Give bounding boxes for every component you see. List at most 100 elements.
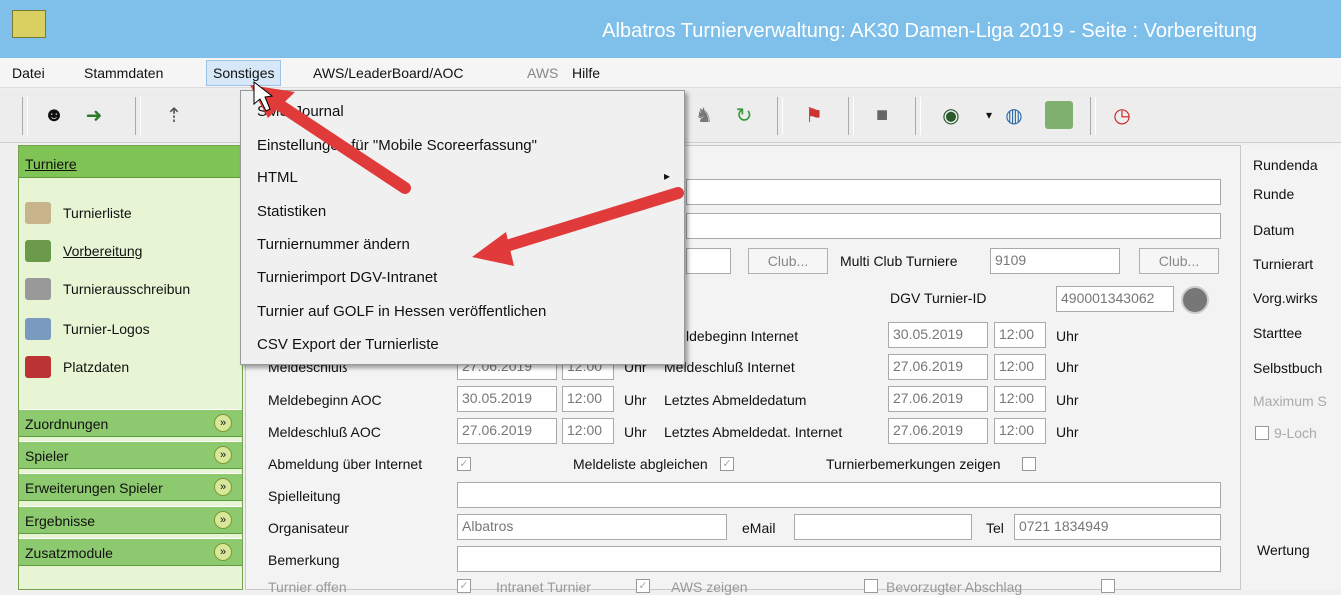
clock-icon[interactable]: ◷ (1108, 101, 1136, 129)
exit-icon[interactable]: ➜ (80, 101, 108, 129)
uhr-label: Uhr (1056, 392, 1079, 408)
search-person-icon[interactable]: ♞ (690, 101, 718, 129)
meldebeginn-internet-time[interactable]: 12:00 (994, 322, 1046, 348)
abmeldedatum-time[interactable]: 12:00 (994, 386, 1046, 412)
menu-item-statistiken[interactable]: Statistiken (257, 203, 326, 220)
multi-club-field[interactable]: 9109 (990, 248, 1120, 274)
menu-item-sms-journal[interactable]: SMS-Journal (257, 103, 344, 120)
turnierart-label: Turnierart (1253, 256, 1314, 272)
menu-item-mobile-scoreerfassung[interactable]: Einstellungen für "Mobile Scoreerfassung… (257, 137, 537, 154)
gps-icon[interactable]: ◉ (937, 101, 965, 129)
selbstbuchung-label: Selbstbuch (1253, 360, 1323, 376)
expand-icon: » (214, 511, 232, 529)
meldeschluss-internet-time[interactable]: 12:00 (994, 354, 1046, 380)
organisateur-label: Organisateur (268, 520, 349, 536)
menu-item-html[interactable]: HTML (257, 169, 298, 186)
meldeschluss-internet-date[interactable]: 27.06.2019 (888, 354, 988, 380)
turnier-offen-checkbox[interactable]: ✓ (457, 579, 471, 593)
abmeldung-internet-checkbox[interactable]: ✓ (457, 457, 471, 471)
name-field[interactable] (686, 179, 1221, 205)
chevron-down-icon[interactable]: ▾ (975, 101, 1003, 129)
right-panel: Rundenda Runde Datum Turnierart Vorg.wir… (1240, 145, 1341, 590)
toolbar-separator (135, 97, 141, 135)
meldebeginn-aoc-date[interactable]: 30.05.2019 (457, 386, 557, 412)
sonstiges-dropdown-menu: SMS-Journal Einstellungen für "Mobile Sc… (240, 90, 685, 365)
email-field[interactable] (794, 514, 972, 540)
menu-item-turniernummer-aendern[interactable]: Turniernummer ändern (257, 236, 410, 253)
organisateur-field[interactable]: Albatros (457, 514, 727, 540)
meldebeginn-internet-label: ldebeginn Internet (686, 328, 799, 344)
vorg-wirksam-label: Vorg.wirks (1253, 290, 1318, 306)
menu-bar: Datei Stammdaten Sonstiges AWS/LeaderBoa… (0, 58, 1341, 88)
car-icon[interactable]: ■ (868, 101, 896, 129)
menu-item-turnierimport-dgv[interactable]: Turnierimport DGV-Intranet (257, 269, 437, 286)
bevorzugter-abschlag-label: Bevorzugter Abschlag (886, 579, 1023, 595)
app-icon[interactable] (12, 10, 46, 38)
toolbar-separator (915, 97, 921, 135)
uhr-label: Uhr (1056, 424, 1079, 440)
turnier-offen-label: Turnier offen (268, 579, 347, 595)
sidebar-group-ergebnisse[interactable]: Ergebnisse» (19, 506, 242, 534)
9-loch-checkbox[interactable] (1255, 426, 1269, 440)
subtitle-field[interactable] (686, 213, 1221, 239)
tel-field[interactable]: 0721 1834949 (1014, 514, 1221, 540)
meldebeginn-aoc-label: Meldebeginn AOC (268, 392, 382, 408)
record-button[interactable] (1181, 286, 1209, 314)
spielleitung-field[interactable] (457, 482, 1221, 508)
abmeldedat-internet-time[interactable]: 12:00 (994, 418, 1046, 444)
sidebar-item-turnierliste[interactable]: Turnierliste (25, 198, 132, 228)
menu-item-csv-export[interactable]: CSV Export der Turnierliste (257, 336, 439, 353)
menu-hilfe[interactable]: Hilfe (572, 65, 600, 81)
meldebeginn-aoc-time[interactable]: 12:00 (562, 386, 614, 412)
group-icon (25, 240, 51, 262)
sidebar-header-turniere[interactable]: Turniere (19, 146, 242, 178)
meldeschluss-aoc-date[interactable]: 27.06.2019 (457, 418, 557, 444)
bemerkung-field[interactable] (457, 546, 1221, 572)
menu-datei[interactable]: Datei (12, 65, 45, 81)
user-icon[interactable]: ☻ (40, 101, 68, 129)
toolbar-separator (1090, 97, 1096, 135)
expand-icon: » (214, 478, 232, 496)
sidebar-item-platzdaten[interactable]: Platzdaten (25, 352, 129, 382)
menu-aws[interactable]: AWS (527, 65, 558, 81)
submenu-arrow-icon: ▸ (663, 169, 670, 183)
abmeldedat-internet-date[interactable]: 27.06.2019 (888, 418, 988, 444)
bevorzugter-abschlag-checkbox[interactable] (1101, 579, 1115, 593)
turnierbemerkungen-checkbox[interactable] (1022, 457, 1036, 471)
aws-zeigen-checkbox[interactable] (864, 579, 878, 593)
sidebar-group-erweiterungen[interactable]: Erweiterungen Spieler» (19, 473, 242, 501)
club-button-2[interactable]: Club... (1139, 248, 1219, 274)
meldebeginn-internet-date[interactable]: 30.05.2019 (888, 322, 988, 348)
club-field[interactable] (686, 248, 731, 274)
menu-aws-leaderboard-aoc[interactable]: AWS/LeaderBoard/AOC (313, 65, 463, 81)
intranet-turnier-checkbox[interactable]: ✓ (636, 579, 650, 593)
flag-icon[interactable]: ⚑ (800, 101, 828, 129)
title-bar: Albatros Turnierverwaltung: AK30 Damen-L… (0, 0, 1341, 58)
network-icon[interactable]: ◍ (1000, 101, 1028, 129)
intranet-turnier-label: Intranet Turnier (496, 579, 591, 595)
abmeldedatum-date[interactable]: 27.06.2019 (888, 386, 988, 412)
sidebar-group-zuordnungen[interactable]: Zuordnungen» (19, 409, 242, 437)
menu-stammdaten[interactable]: Stammdaten (84, 65, 163, 81)
sidebar-group-spieler[interactable]: Spieler» (19, 441, 242, 469)
starttee-label: Starttee (1253, 325, 1303, 341)
dgv-id-field[interactable]: 490001343062 (1056, 286, 1174, 312)
upload-icon[interactable]: ⇡ (160, 101, 188, 129)
menu-sonstiges[interactable]: Sonstiges (206, 60, 282, 86)
sidebar-group-zusatzmodule[interactable]: Zusatzmodule» (19, 538, 242, 566)
uhr-label: Uhr (1056, 328, 1079, 344)
9-loch-label: 9-Loch (1274, 425, 1317, 441)
sidebar-item-turnierausschreibung[interactable]: Turnierausschreibun (25, 274, 190, 304)
meldeschluss-aoc-time[interactable]: 12:00 (562, 418, 614, 444)
sidebar-item-vorbereitung[interactable]: Vorbereitung (25, 236, 142, 266)
abmeldung-internet-label: Abmeldung über Internet (268, 456, 423, 472)
sidebar: Turniere Turnierliste Vorbereitung Turni… (18, 145, 243, 590)
refresh-icon[interactable]: ↻ (730, 101, 758, 129)
meldeliste-abgleichen-checkbox[interactable]: ✓ (720, 457, 734, 471)
sidebar-item-turnier-logos[interactable]: Turnier-Logos (25, 314, 150, 344)
aws-zeigen-label: AWS zeigen (671, 579, 748, 595)
multi-club-label: Multi Club Turniere (840, 253, 958, 269)
menu-item-golf-hessen[interactable]: Turnier auf GOLF in Hessen veröffentlich… (257, 303, 546, 320)
club-button[interactable]: Club... (748, 248, 828, 274)
tdr-icon[interactable] (1045, 101, 1073, 129)
